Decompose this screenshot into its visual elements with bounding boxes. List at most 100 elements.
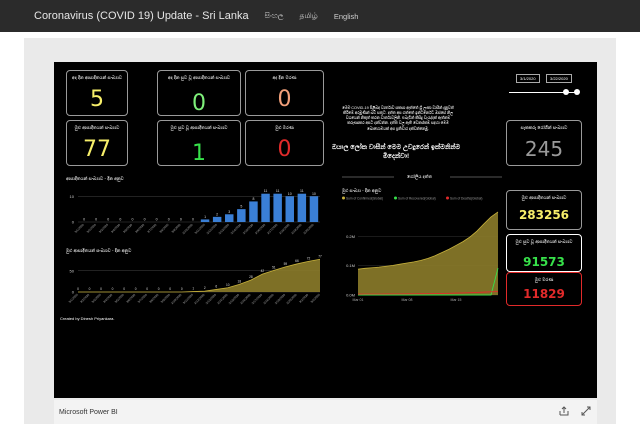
x-tick-label: 3/11/2020 — [182, 293, 194, 305]
confirmed-area — [358, 211, 498, 295]
card-title: මුළු සුව වූ ආසාදිතයන් සංඛ්‍යාව — [170, 125, 228, 130]
card-total-deaths[interactable]: මුළු මරණ 0 — [245, 120, 324, 166]
area-data-label: 18 — [238, 279, 242, 283]
date-start[interactable]: 3/1/2020 — [516, 74, 540, 83]
x-tick-label: 3/18/2020 — [278, 223, 291, 236]
share-icon[interactable] — [559, 406, 569, 416]
report-frame: අද දින ආසාදිතයන් සංඛ්‍යාව 5 අද දින සුව ව… — [24, 38, 616, 424]
date-end[interactable]: 3/22/2020 — [546, 74, 572, 83]
global-area-chart[interactable]: Sum of Confirmed(Global) Sum of Recovered… — [340, 193, 502, 309]
x-tick-label: 3/14/2020 — [216, 293, 229, 306]
x-tick-label: 3/10/2020 — [170, 293, 183, 306]
x-tick-label: 3/2/2020 — [86, 223, 97, 234]
area-data-label: 28 — [249, 275, 253, 279]
nav-link-sinhala[interactable]: සිංහල — [265, 11, 284, 21]
report-footer: Microsoft Power BI — [54, 400, 597, 424]
bar-data-label: 0 — [119, 218, 121, 222]
x-tick-label: 3/12/2020 — [206, 223, 219, 236]
card-total-recovered[interactable]: මුළු සුව වූ ආසාදිතයන් සංඛ්‍යාව 1 — [157, 120, 241, 166]
bar-data-label: 11 — [264, 189, 268, 193]
bar — [309, 196, 319, 222]
x-tick-label: 3/19/2020 — [290, 223, 303, 236]
bar — [297, 193, 307, 222]
card-total-infected[interactable]: මුළු ආසාදිතයන් සංඛ්‍යාව 77 — [66, 120, 128, 166]
legend-marker — [394, 196, 397, 200]
x-tick-label: 3/6/2020 — [125, 293, 136, 304]
y-tick-label: 0 — [72, 220, 75, 225]
cumulative-infected-area-chart[interactable]: 05003/1/202003/2/202003/3/202003/4/20200… — [60, 254, 326, 310]
powerbi-report[interactable]: අද දින ආසාදිතයන් සංඛ්‍යාව 5 අද දින සුව ව… — [54, 62, 597, 398]
area-data-label: 0 — [123, 287, 125, 291]
x-tick-label: 3/4/2020 — [102, 293, 113, 304]
legend-marker — [446, 196, 449, 200]
card-today-infected[interactable]: අද දින ආසාදිතයන් සංඛ්‍යාව 5 — [66, 70, 128, 116]
x-tick-label: 3/1/2020 — [74, 223, 85, 234]
card-value: 77 — [83, 137, 111, 162]
area-data-label: 72 — [307, 256, 311, 260]
area-data-label: 59 — [284, 262, 288, 266]
bar-data-label: 0 — [95, 218, 97, 222]
card-global-deaths[interactable]: මුළු මරණ 11829 — [506, 272, 582, 306]
card-value: 1 — [192, 141, 206, 166]
bar — [249, 201, 258, 222]
card-today-deaths[interactable]: අද දින මරණ 0 — [245, 70, 324, 116]
area-data-label: 0 — [77, 287, 79, 291]
x-tick-label: 3/16/2020 — [254, 223, 267, 236]
bar-data-label: 3 — [228, 210, 230, 214]
legend-marker — [342, 196, 345, 200]
bar — [261, 193, 270, 222]
area-data-label: 66 — [295, 259, 299, 263]
legend-label: Sum of Confirmed(Global) — [346, 196, 383, 200]
card-global-infected[interactable]: මුළු ආසාදිතයන් සංඛ්‍යාව 283256 — [506, 190, 582, 230]
x-tick-label: 3/3/2020 — [91, 293, 102, 304]
x-tick-label: 3/20/2020 — [285, 293, 298, 306]
nav-link-tamil[interactable]: தமிழ் — [300, 11, 318, 21]
x-tick-label: 3/15/2020 — [228, 293, 241, 306]
card-today-recovered[interactable]: අද දින සුව වූ ආසාදිතයන් සංඛ්‍යාව 0 — [157, 70, 241, 116]
card-value: 91573 — [523, 255, 565, 269]
date-slider-handle-start[interactable] — [563, 89, 569, 95]
powerbi-link[interactable]: Microsoft Power BI — [59, 409, 118, 416]
x-tick-label: Mar 15 — [451, 298, 462, 302]
card-suspected[interactable]: සැකකරු රෝගීන් සංඛ්‍යාව 245 — [506, 120, 582, 166]
headline-message: ඔයාල ලෝක වාසීන් මෙම උවදුරෙන් ඉක්මනින්ම ම… — [331, 144, 461, 160]
x-tick-label: 3/1/2020 — [68, 293, 79, 304]
bar-data-label: 10 — [288, 192, 292, 196]
area-data-label: 0 — [89, 287, 91, 291]
chart2-title: මුළු ආසාදිතයන් සංඛ්‍යාව - දින අනුව — [66, 248, 132, 253]
site-title[interactable]: Coronavirus (COVID 19) Update - Sri Lank… — [34, 10, 249, 22]
bar — [273, 193, 282, 222]
daily-infected-bar-chart[interactable]: 01003/1/202003/2/202003/3/202003/4/20200… — [60, 182, 326, 242]
x-tick-label: 3/11/2020 — [194, 223, 206, 235]
bar-data-label: 0 — [131, 218, 133, 222]
x-tick-label: 3/12/2020 — [193, 293, 206, 306]
area-data-label: 6 — [215, 284, 217, 288]
y-tick-label: 0.2M — [346, 234, 355, 239]
nav-link-english[interactable]: English — [334, 12, 359, 21]
legend-label: Sum of Recovered(Global) — [398, 196, 436, 200]
fullscreen-icon[interactable] — [581, 406, 591, 416]
card-value: 0 — [277, 87, 292, 112]
area-data-label: 0 — [169, 287, 171, 291]
footer-icons — [559, 406, 591, 416]
x-tick-label: 3/16/2020 — [239, 293, 252, 306]
area-data-label: 0 — [181, 287, 183, 291]
x-tick-label: 3/2/2020 — [79, 293, 90, 304]
card-value: 11829 — [523, 287, 565, 301]
x-tick-label: 3/18/2020 — [262, 293, 275, 306]
bar-data-label: 5 — [240, 205, 242, 209]
card-value: 245 — [524, 137, 564, 161]
y-tick-label: 50 — [70, 268, 75, 273]
date-slider-handle-end[interactable] — [574, 89, 580, 95]
legend-label: Sum of Deaths(Global) — [450, 196, 482, 200]
bar — [237, 209, 246, 222]
area-data-label: 10 — [226, 283, 230, 287]
bar-data-label: 0 — [83, 218, 85, 222]
bar-data-label: 8 — [252, 197, 254, 201]
bar-data-label: 10 — [312, 192, 316, 196]
card-global-recovered[interactable]: මුළු සුව වූ ආසාදිතයන් සංඛ්‍යාව 91573 — [506, 234, 582, 272]
card-title: අද දින මරණ — [272, 75, 297, 80]
area-data-label: 2 — [204, 286, 206, 290]
card-value: 0 — [192, 91, 206, 116]
bar — [200, 219, 210, 222]
